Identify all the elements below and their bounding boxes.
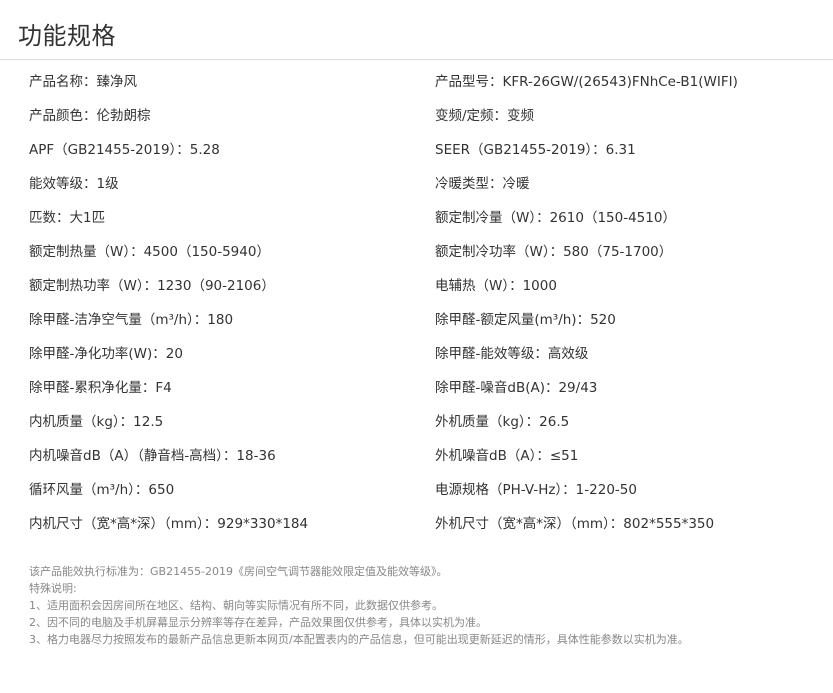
spec-item: 内机尺寸（宽*高*深）（mm）：929*330*184	[29, 516, 309, 532]
spec-item: 能效等级：1级	[29, 176, 119, 192]
spec-row: 除甲醛-洁净空气量（m³/h）：180 除甲醛-额定风量(m³/h)：520	[29, 303, 819, 337]
spec-item: 循环风量（m³/h）：650	[29, 482, 175, 498]
spec-item: 额定制冷量（W）：2610（150-4510）	[435, 210, 676, 226]
spec-item: 内机噪音dB（A）（静音档-高档）：18-36	[29, 448, 276, 464]
spec-item: 产品颜色：伦勃朗棕	[29, 108, 151, 124]
page-title: 功能规格	[18, 22, 116, 50]
spec-row: 内机尺寸（宽*高*深）（mm）：929*330*184 外机尺寸（宽*高*深）（…	[29, 507, 819, 541]
notes-section: 该产品能效执行标准为：GB21455-2019《房间空气调节器能效限定值及能效等…	[29, 563, 819, 648]
spec-item: 产品型号：KFR-26GW/(26543)FNhCe-B1(WIFI)	[435, 74, 738, 90]
spec-item: 匹数：大1匹	[29, 210, 106, 226]
spec-row: 额定制热量（W）：4500（150-5940） 额定制冷功率（W）：580（75…	[29, 235, 819, 269]
spec-item: 除甲醛-额定风量(m³/h)：520	[435, 312, 616, 328]
section-header: 功能规格	[0, 0, 833, 60]
spec-row: 能效等级：1级 冷暖类型：冷暖	[29, 167, 819, 201]
note-item: 3、格力电器尽力按照发布的最新产品信息更新本网页/本配置表内的产品信息，但可能出…	[29, 633, 689, 646]
spec-item: 除甲醛-累积净化量：F4	[29, 380, 172, 396]
spec-item: 除甲醛-洁净空气量（m³/h）：180	[29, 312, 234, 328]
spec-item: 外机尺寸（宽*高*深）（mm）：802*555*350	[435, 516, 715, 532]
standard-note: 该产品能效执行标准为：GB21455-2019《房间空气调节器能效限定值及能效等…	[29, 565, 448, 578]
spec-row: 除甲醛-净化功率(W)：20 除甲醛-能效等级：高效级	[29, 337, 819, 371]
spec-item: 外机噪音dB（A）：≤51	[435, 448, 579, 464]
spec-item: 外机质量（kg）：26.5	[435, 414, 570, 430]
spec-table: 产品名称：臻净风 产品型号：KFR-26GW/(26543)FNhCe-B1(W…	[29, 65, 819, 541]
spec-item: 电辅热（W）：1000	[435, 278, 557, 294]
spec-item: 除甲醛-噪音dB(A)：29/43	[435, 380, 598, 396]
spec-item: 额定制冷功率（W）：580（75-1700）	[435, 244, 673, 260]
spec-row: 除甲醛-累积净化量：F4 除甲醛-噪音dB(A)：29/43	[29, 371, 819, 405]
spec-row: APF（GB21455-2019）：5.28 SEER（GB21455-2019…	[29, 133, 819, 167]
spec-row: 产品颜色：伦勃朗棕 变频/定频：变频	[29, 99, 819, 133]
spec-item: 除甲醛-净化功率(W)：20	[29, 346, 183, 362]
spec-item: APF（GB21455-2019）：5.28	[29, 142, 220, 158]
spec-item: 额定制热功率（W）：1230（90-2106）	[29, 278, 275, 294]
spec-item: 除甲醛-能效等级：高效级	[435, 346, 589, 362]
spec-row: 匹数：大1匹 额定制冷量（W）：2610（150-4510）	[29, 201, 819, 235]
spec-item: 额定制热量（W）：4500（150-5940）	[29, 244, 270, 260]
spec-row: 循环风量（m³/h）：650 电源规格（PH-V-Hz）：1-220-50	[29, 473, 819, 507]
spec-row: 额定制热功率（W）：1230（90-2106） 电辅热（W）：1000	[29, 269, 819, 303]
note-item: 1、适用面积会因房间所在地区、结构、朝向等实际情况有所不同，此数据仅供参考。	[29, 599, 443, 612]
spec-item: 冷暖类型：冷暖	[435, 176, 530, 192]
spec-row: 产品名称：臻净风 产品型号：KFR-26GW/(26543)FNhCe-B1(W…	[29, 65, 819, 99]
spec-row: 内机质量（kg）：12.5 外机质量（kg）：26.5	[29, 405, 819, 439]
special-notes-heading: 特殊说明:	[29, 582, 77, 595]
spec-row: 内机噪音dB（A）（静音档-高档）：18-36 外机噪音dB（A）：≤51	[29, 439, 819, 473]
spec-item: 内机质量（kg）：12.5	[29, 414, 164, 430]
spec-item: 变频/定频：变频	[435, 108, 535, 124]
note-item: 2、因不同的电脑及手机屏幕显示分辨率等存在差异，产品效果图仅供参考，具体以实机为…	[29, 616, 487, 629]
spec-item: 电源规格（PH-V-Hz）：1-220-50	[435, 482, 637, 498]
spec-item: SEER（GB21455-2019）：6.31	[435, 142, 636, 158]
spec-item: 产品名称：臻净风	[29, 74, 137, 90]
